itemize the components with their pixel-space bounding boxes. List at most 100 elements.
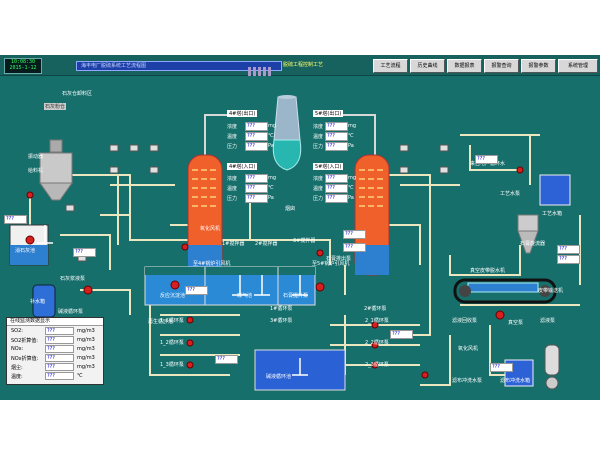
- stirrer-1-label: 1#搅拌器: [222, 241, 245, 247]
- lime-station-label: 石灰仓卸料区: [62, 91, 93, 97]
- monitor-row-value: ???: [45, 354, 74, 362]
- rinse-flow-value: ???: [490, 363, 513, 372]
- tower-5-out-temp-value: ???: [325, 132, 348, 141]
- pump-3-label: 3#循环泵: [270, 318, 293, 324]
- absorber-tower-5: [354, 154, 390, 276]
- rinse-tank-label: 滤布冲洗水箱: [500, 378, 531, 384]
- aeration-pool-label: 曝气池: [237, 293, 253, 299]
- stirrer-current-value: ???: [185, 286, 208, 295]
- pump-1-1-label: 1_1循环泵: [160, 318, 184, 324]
- tower-4-in-temp-value: ???: [245, 184, 268, 193]
- plant-water-flow: ???: [475, 155, 498, 164]
- monitor-row-unit: mg/m3: [77, 346, 95, 352]
- tower-5-in-temp-unit: ℃: [348, 185, 354, 191]
- tower-5-in-press-label: 压力: [313, 196, 324, 202]
- absorber-tower-4: [187, 154, 223, 276]
- monitor-row-unit: mg/m3: [77, 355, 95, 361]
- vacuum-pump: [544, 344, 560, 390]
- tower-5-in-conc-value: ???: [325, 174, 348, 183]
- pump-2-2-label: 2_2循环泵: [365, 340, 389, 346]
- feeder-label: 振动器: [28, 154, 44, 160]
- gypsum-pump-current-1: ???: [343, 230, 366, 239]
- circulation-pool-label: 碱液循环池: [266, 374, 292, 380]
- tower-4-out-conc-value: ???: [245, 122, 268, 131]
- pump-1-3-label: 1_3循环泵: [160, 362, 184, 368]
- tower-5-outlet-label: 5#塔(出口): [313, 110, 344, 117]
- oxidation-fan-label: 氧化风机: [200, 226, 221, 232]
- tower-5-out-press-unit: Pa: [348, 143, 354, 149]
- belt-speed-value: ???: [557, 245, 580, 254]
- monitor-row-value: ???: [45, 336, 74, 344]
- tower-4-out-press-value: ???: [245, 142, 268, 151]
- circ-pool-level-value: ???: [215, 355, 238, 364]
- slurry-pump-current: ???: [73, 248, 96, 257]
- tower-5-in-conc-unit: mg: [348, 175, 357, 181]
- chimney-top: [273, 96, 301, 141]
- monitor-row: SO2折算值: ??? mg/m3: [7, 335, 103, 344]
- tower-4-in-press-label: 压力: [227, 196, 238, 202]
- clock-date: 2015-1-12: [9, 65, 37, 71]
- monitor-row-name: SO2折算值:: [11, 338, 38, 344]
- gypsum-cyclone-label: 石膏旋流器: [520, 241, 546, 247]
- tower-5-out-temp-label: 温度: [313, 134, 324, 140]
- tower-4-out-conc-unit: mg: [268, 123, 277, 129]
- nav-process-button[interactable]: 工艺流程: [373, 59, 408, 73]
- monitor-panel-title: 在线监测数据显示: [7, 318, 103, 326]
- monitor-row-name: 烟尘:: [11, 365, 23, 371]
- monitor-row-unit: mg/m3: [77, 364, 95, 370]
- tower-4-out-conc-label: 浓度: [227, 124, 238, 130]
- nav-system-button[interactable]: 系统管理: [558, 59, 598, 73]
- monitor-row: 烟尘: ??? mg/m3: [7, 362, 103, 371]
- lime-silo: [39, 139, 73, 201]
- gypsum-lift-label: 石膏提升泵: [283, 293, 309, 299]
- tower-5-out-temp-unit: ℃: [348, 133, 354, 139]
- title-decoration: [248, 61, 274, 76]
- tower-5-out-press-value: ???: [325, 142, 348, 151]
- nav-report-button[interactable]: 数据报表: [447, 59, 482, 73]
- tower-4-outlet-label: 4#塔(出口): [227, 110, 258, 117]
- scada-screen: 10:08:30 2015-1-12 海丰电厂脱硫系统工艺流程图 脱硫工程控制工…: [0, 55, 600, 400]
- nav-alarm-query-button[interactable]: 报警查询: [484, 59, 519, 73]
- monitor-row: NOx折算值: ??? mg/m3: [7, 353, 103, 362]
- monitor-row-value: ???: [45, 363, 74, 371]
- slurry-pump-label: 石灰浆液泵: [60, 276, 86, 282]
- tower-5-in-conc-label: 浓度: [313, 176, 324, 182]
- tower-4-in-temp-unit: ℃: [268, 185, 274, 191]
- stirrer-2-label: 2#搅拌器: [255, 241, 278, 247]
- gypsum-belt-label: 皮带输送机: [538, 288, 564, 294]
- chimney-base: [272, 139, 302, 171]
- monitor-row-value: ???: [45, 327, 74, 335]
- monitor-row-name: NOx折算值:: [11, 356, 39, 362]
- tower-5-in-press-unit: Pa: [348, 195, 354, 201]
- lime-silo-label: 石灰粉仓: [44, 103, 67, 110]
- nav-history-button[interactable]: 历史曲线: [410, 59, 445, 73]
- online-monitor-panel: 在线监测数据显示 SO2: ??? mg/m3 SO2折算值: ??? mg/m…: [6, 317, 104, 385]
- tower-4-out-temp-unit: ℃: [268, 133, 274, 139]
- tower-5-out-press-label: 压力: [313, 144, 324, 150]
- gypsum-pump-current-2: ???: [343, 243, 366, 252]
- process-water-tank: [539, 174, 571, 206]
- monitor-row: NOx: ??? mg/m3: [7, 344, 103, 353]
- top-bar: 10:08:30 2015-1-12 海丰电厂脱硫系统工艺流程图 脱硫工程控制工…: [0, 55, 600, 76]
- pump-2-3-label: 2_3循环泵: [365, 362, 389, 368]
- chimney-rim: [278, 95, 296, 99]
- monitor-row-unit: ℃: [77, 373, 83, 379]
- tower-4-in-conc-unit: mg: [268, 175, 277, 181]
- nav-alarm-params-button[interactable]: 报警参数: [521, 59, 556, 73]
- slurry-tank-label: 消石灰池: [15, 248, 36, 254]
- weigher-label: 给料机: [28, 168, 44, 174]
- vacuum-belt-label: 真空皮带脱水机: [470, 268, 506, 274]
- tower-5-out-conc-unit: mg: [348, 123, 357, 129]
- slurry-tank-level-value: ???: [4, 215, 27, 224]
- tower-4-out-press-unit: Pa: [268, 143, 274, 149]
- filtrate-recovery-label: 滤液回收泵: [452, 318, 478, 324]
- tower-4-out-temp-value: ???: [245, 132, 268, 141]
- tower-4-out-press-label: 压力: [227, 144, 238, 150]
- pump-2-1-label: 2_1循环泵: [365, 318, 389, 324]
- tower-5-inlet-label: 5#塔(入口): [313, 163, 344, 170]
- pump-2-current-value: ???: [390, 330, 413, 339]
- process-water-tank-label: 工艺水箱: [542, 211, 563, 217]
- stirrer-3-label: 3#搅拌器: [293, 238, 316, 244]
- tower-5-in-temp-label: 温度: [313, 186, 324, 192]
- tower-4-bottom-label: 至4#锅炉引风机: [193, 261, 231, 267]
